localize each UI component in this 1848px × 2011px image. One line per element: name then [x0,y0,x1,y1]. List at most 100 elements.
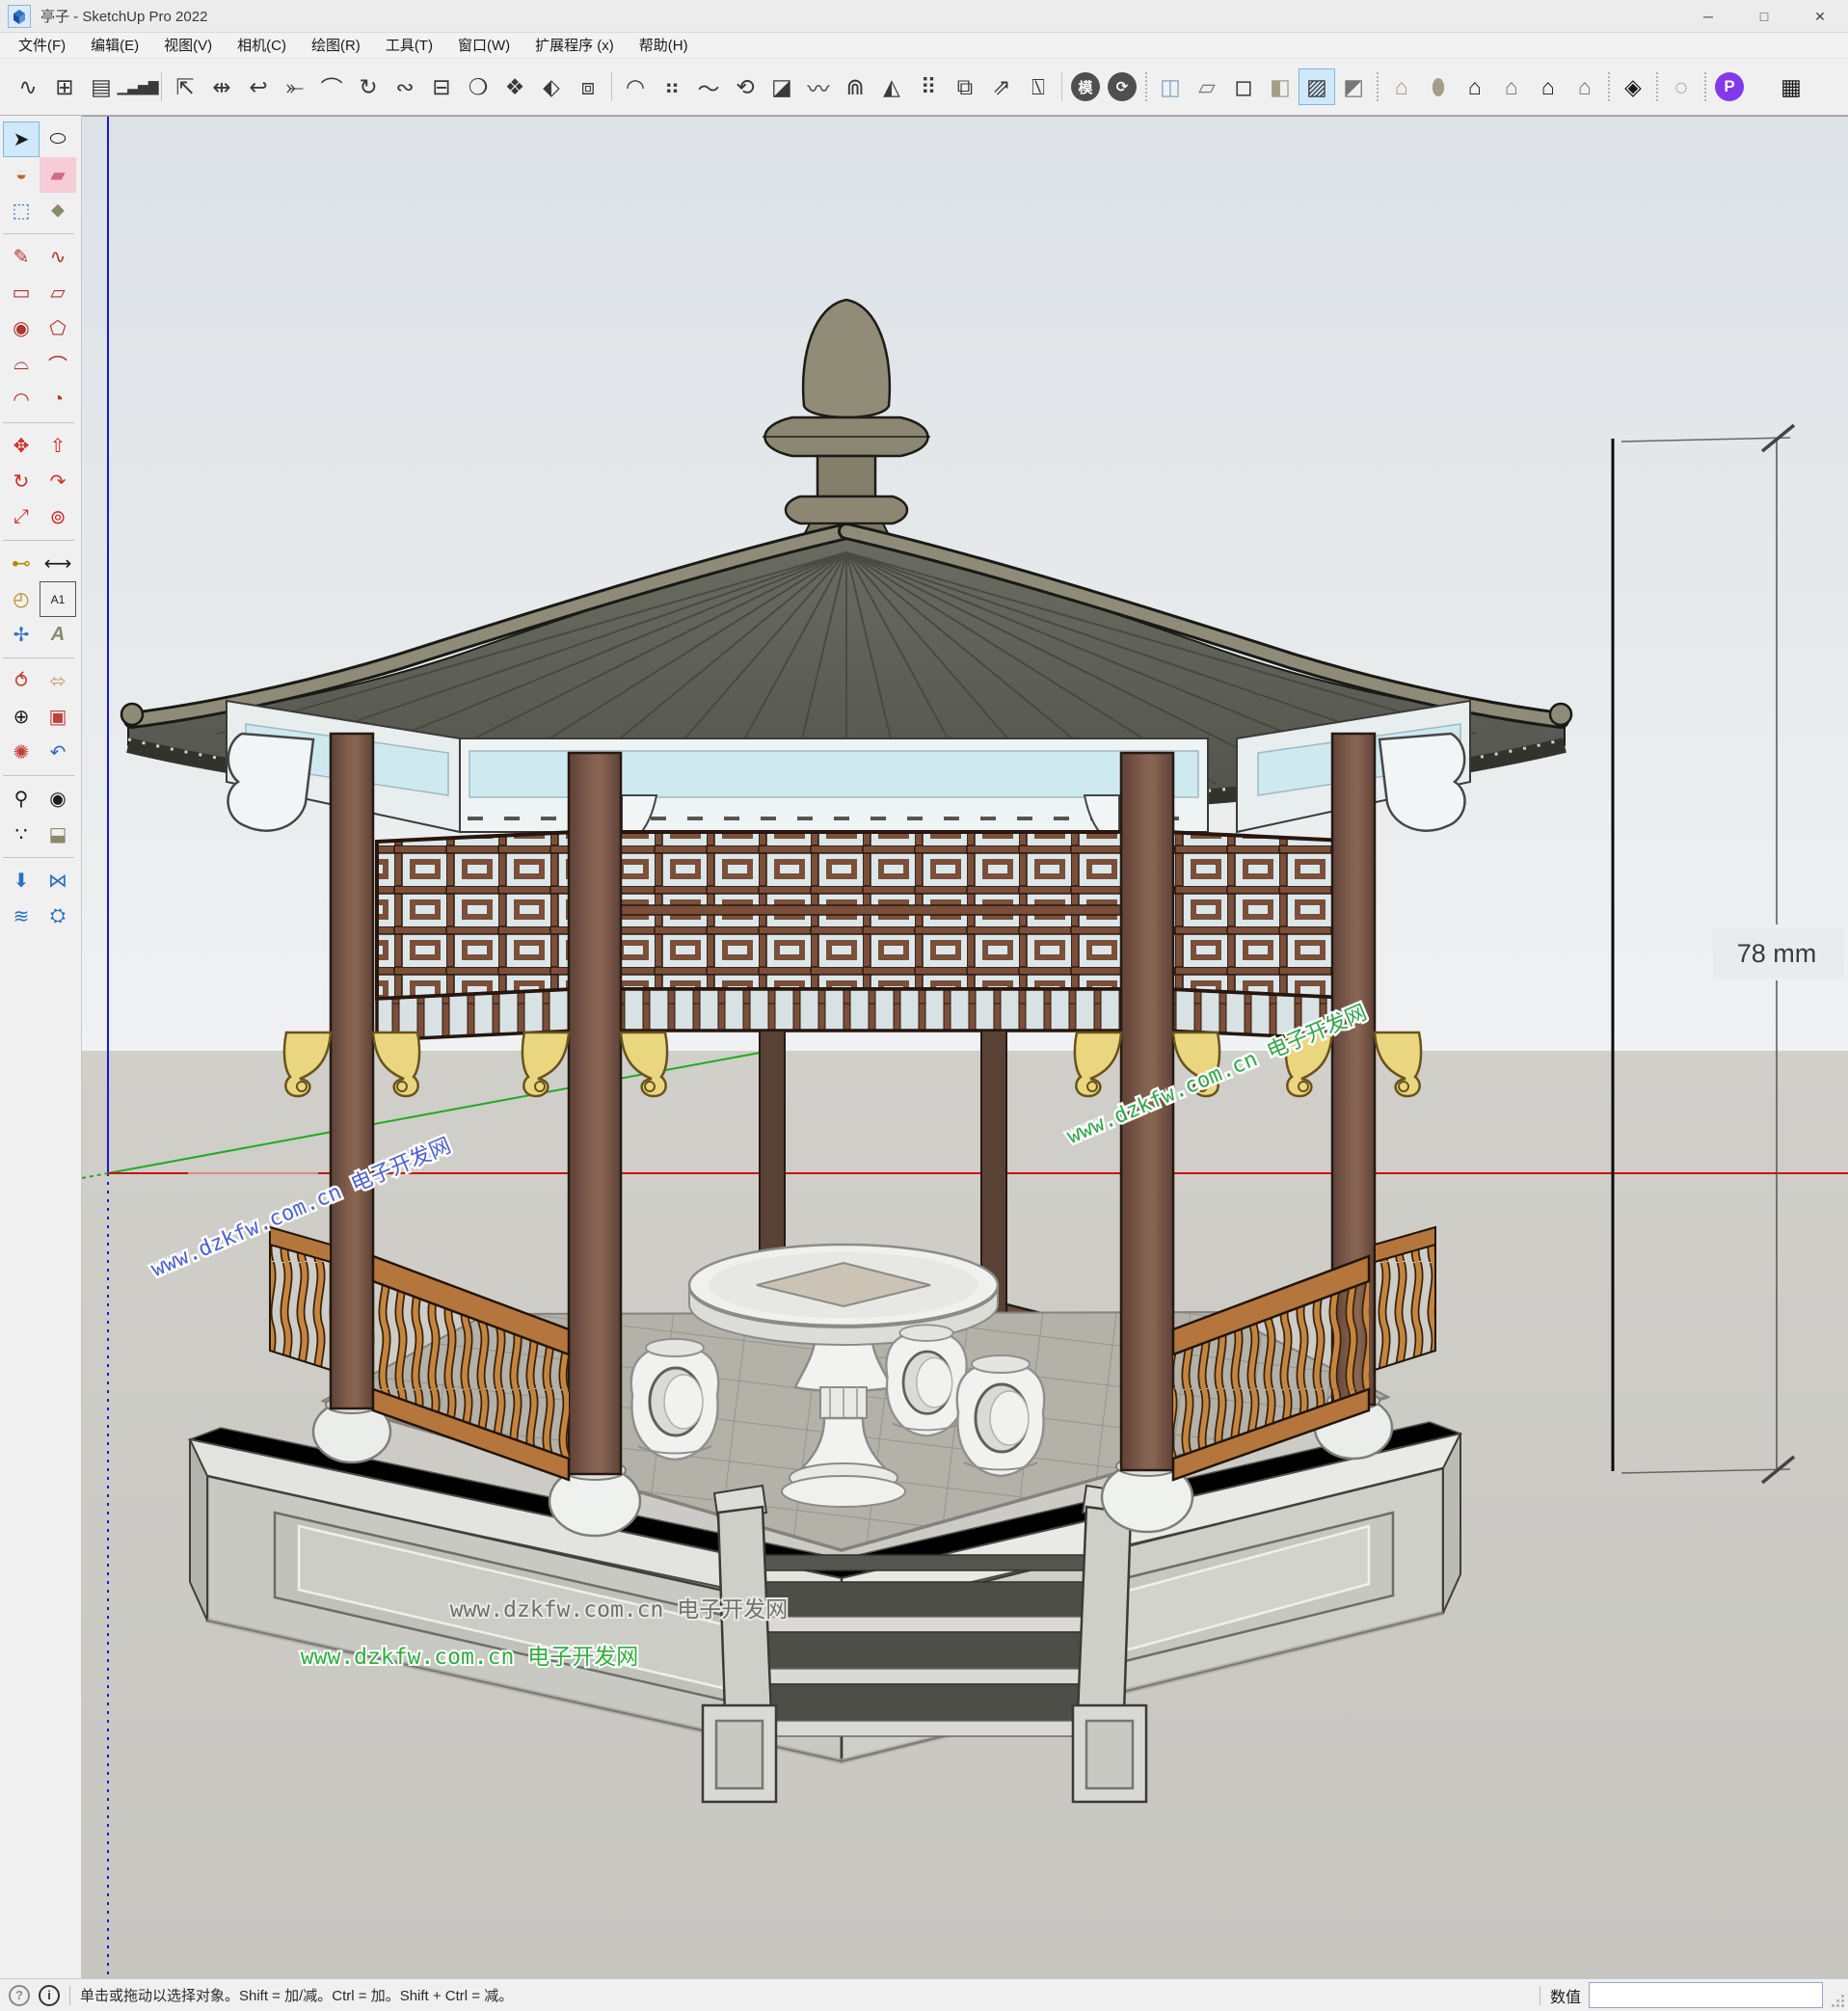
half-plane-icon[interactable]: ◪ [763,68,800,105]
mo-badge-icon[interactable]: 模 [1071,72,1100,101]
wave-hand-icon[interactable]: 〰 [800,68,837,105]
default-tray-icon[interactable]: ⊞ [46,68,83,105]
extension-settings-tool[interactable]: ⛭ [40,898,76,934]
lasso-tool[interactable]: ⬭ [40,121,76,157]
paint-bucket-tool[interactable]: ◒ [3,157,40,193]
axes-tool[interactable]: ✢ [3,617,40,653]
soften-edges-icon[interactable]: ◌ [1663,68,1700,105]
menu-extensions[interactable]: 扩展程序 (x) [522,33,627,59]
curve-bend-icon[interactable]: ↩ [240,68,277,105]
rotated-rectangle-tool[interactable]: ▱ [40,275,76,310]
drum-stool-center[interactable] [885,1323,968,1437]
spacing-tool-icon[interactable]: ⇹ [203,68,240,105]
maximize-button[interactable]: □ [1736,0,1792,33]
instructor-info-icon[interactable]: i [39,1984,60,2006]
look-around-tool[interactable]: ◉ [40,781,76,817]
make-component-tool[interactable]: ⬚ [3,193,40,228]
circle-tool[interactable]: ◉ [3,310,40,346]
menu-window[interactable]: 窗口(W) [445,33,522,59]
curve-sketch-icon[interactable]: 〜 [690,68,727,105]
position-camera-tool[interactable]: ⚲ [3,781,40,817]
layer-copy-icon[interactable]: ⧉ [947,68,983,105]
p-plugin-badge-icon[interactable]: P [1715,72,1744,101]
hiddenline-style-icon[interactable]: ◻ [1225,68,1262,105]
menu-file[interactable]: 文件(F) [6,33,78,59]
extension-flip-tool[interactable]: ⋈ [40,863,76,898]
orbit-tool[interactable]: ⥀ [3,663,40,699]
shaded-style-icon[interactable]: ◧ [1262,68,1299,105]
geolocation-icon[interactable]: ? [9,1984,30,2006]
previous-view-tool[interactable]: ↶ [40,735,76,770]
joint-pushpull-icon[interactable]: ⊟ [423,68,460,105]
solid-select-icon[interactable]: ⧈ [570,68,606,105]
two-point-arc-tool[interactable]: ⌓ [3,346,40,382]
rotate-tool[interactable]: ↻ [3,464,40,499]
bead-chain-icon[interactable]: ⠶ [654,68,690,105]
curviloft-icon[interactable]: ∿ [10,68,46,105]
spiral-tool-icon[interactable]: ⟲ [727,68,763,105]
house-chimney-icon[interactable]: ⌂ [1493,68,1530,105]
textured-house-icon[interactable]: ⌂ [1383,68,1420,105]
diamond-move-icon[interactable]: ⬖ [533,68,570,105]
house-flat-icon[interactable]: ⌂ [1567,68,1603,105]
follow-me-tool[interactable]: ↷ [40,464,76,499]
dimension-tool[interactable]: ⟷ [40,546,76,581]
minimize-button[interactable]: ─ [1680,0,1736,33]
broom-clean-icon[interactable]: ⍂ [1020,68,1057,105]
arc-tool[interactable]: ⌒ [40,346,76,382]
north-arrow-icon[interactable]: ⇗ [983,68,1020,105]
3d-text-tool[interactable]: A [40,617,76,653]
select-tool[interactable]: ➤ [3,121,40,157]
three-point-arc-tool[interactable]: ◠ [3,382,40,417]
bezier-curve-icon[interactable]: ⌒ [313,68,350,105]
menu-draw[interactable]: 绘图(R) [299,33,373,59]
loop-curve-icon[interactable]: ↻ [350,68,387,105]
zoom-extents-tool[interactable]: ✺ [3,735,40,770]
push-pull-tool[interactable]: ⇧ [40,428,76,464]
component-cylinder-icon[interactable]: ⬮ [1420,68,1457,105]
resize-grip[interactable] [1832,1995,1845,2008]
freehand-tool[interactable]: ∿ [40,239,76,275]
xray-style-icon[interactable]: ◫ [1152,68,1189,105]
tag-tool[interactable]: ⬥ [40,193,76,228]
menu-tools[interactable]: 工具(T) [373,33,445,59]
dot-grid-icon[interactable]: ⠿ [910,68,947,105]
protractor-tool[interactable]: ◴ [3,581,40,617]
viewport-canvas[interactable]: 78 mm www.dzkfw.com.cn 电子开发网 www.dzkfw.c… [81,117,1848,1979]
house-outline-icon[interactable]: ⌂ [1530,68,1567,105]
zoom-tool[interactable]: ⊕ [3,699,40,735]
mirror-tool-icon[interactable]: ◭ [873,68,910,105]
round-corner-icon[interactable]: ◠ [617,68,654,105]
eraser-tool[interactable]: ▰ [40,157,76,193]
stairs-tool-icon[interactable]: ▤ [83,68,120,105]
section-plane-tool[interactable]: ⬓ [40,817,76,852]
vector-pen-icon[interactable]: ❍ [460,68,496,105]
diamond-array-icon[interactable]: ❖ [496,68,533,105]
extension-layers-tool[interactable]: ≋ [3,898,40,934]
dimension-label[interactable]: 78 mm [1737,939,1817,968]
house-solid-icon[interactable]: ⌂ [1457,68,1493,105]
curvizard-icon[interactable]: ∾ [387,68,423,105]
move-tool[interactable]: ✥ [3,428,40,464]
fredo-scale-icon[interactable]: ⇱ [167,68,203,105]
pan-tool[interactable]: ⬄ [40,663,76,699]
textured-style-icon[interactable]: ▨ [1299,68,1335,105]
tape-measure-tool[interactable]: ⊷ [3,546,40,581]
extension-import-tool[interactable]: ⬇ [3,863,40,898]
polygon-tool[interactable]: ⬠ [40,310,76,346]
histogram-tool-icon[interactable]: ▁▃▅▇ [117,68,158,105]
section-compass-icon[interactable]: ◈ [1615,68,1651,105]
text-tool[interactable]: A1 [40,581,76,617]
menu-view[interactable]: 视图(V) [151,33,225,59]
menu-help[interactable]: 帮助(H) [627,33,701,59]
close-button[interactable]: ✕ [1792,0,1848,33]
monochrome-style-icon[interactable]: ◩ [1335,68,1372,105]
wireframe-style-icon[interactable]: ▱ [1189,68,1225,105]
scale-tool[interactable]: ⤢ [3,499,40,535]
drum-stool-right[interactable] [955,1354,1046,1478]
drum-stool-left[interactable] [629,1337,720,1461]
menu-camera[interactable]: 相机(C) [225,33,299,59]
pipe-tool-icon[interactable]: ⋒ [837,68,873,105]
rotate-badge-icon[interactable]: ⟳ [1108,72,1137,101]
zoom-window-tool[interactable]: ▣ [40,699,76,735]
